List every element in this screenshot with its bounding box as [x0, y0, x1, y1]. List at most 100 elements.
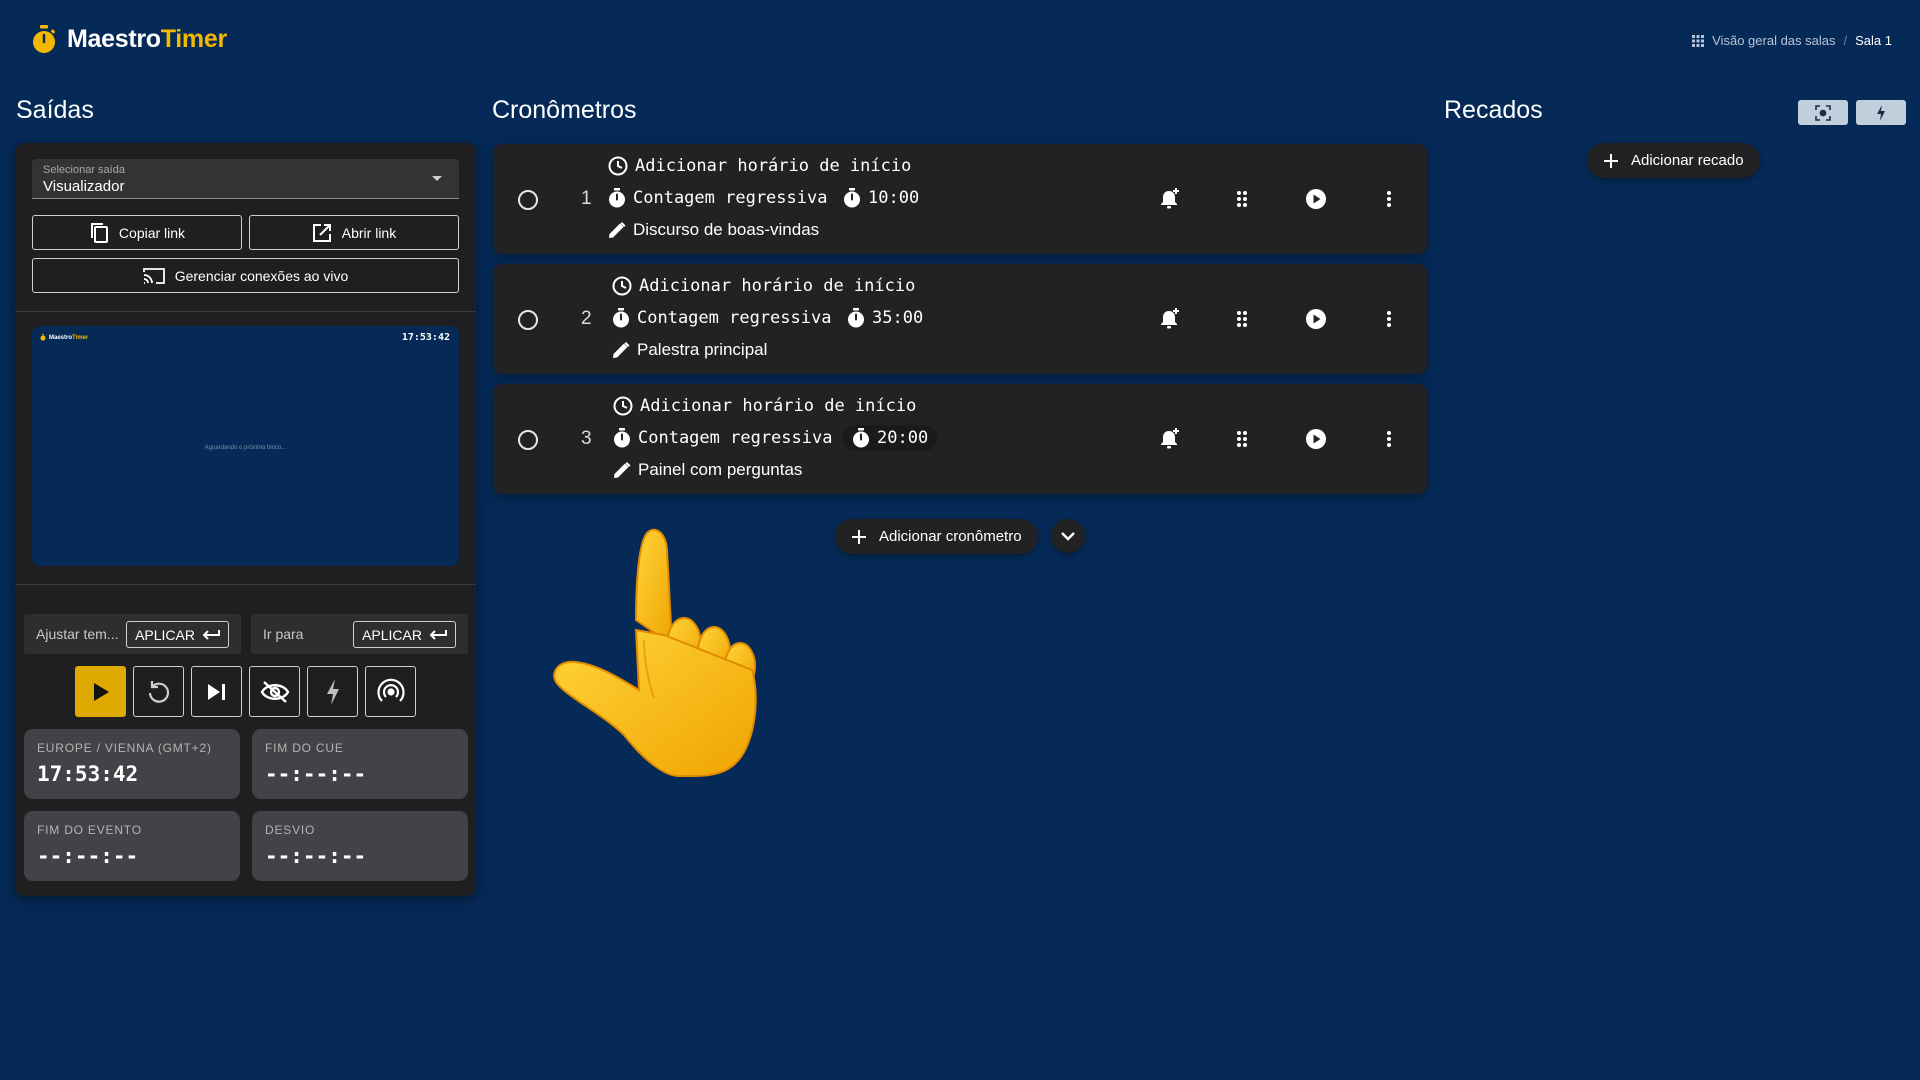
output-select[interactable]: Selecionar saída Visualizador [32, 159, 459, 199]
breadcrumb-current: Sala 1 [1855, 33, 1892, 48]
output-preview: MaestroTimer 17:53:42 Aguardando o próxi… [32, 326, 459, 566]
duration-value: 20:00 [877, 428, 929, 448]
goto-field[interactable]: Ir para APLICAR [251, 614, 468, 654]
timers-title: Cronômetros [492, 96, 637, 124]
start-time-row[interactable]: Adicionar horário de início [612, 276, 915, 296]
flash-button[interactable] [307, 666, 358, 717]
apply-label: APLICAR [135, 626, 195, 643]
start-timer-button[interactable] [1304, 427, 1328, 451]
start-timer-button[interactable] [1304, 307, 1328, 331]
grid-icon [1692, 34, 1705, 47]
manage-connections-label: Gerenciar conexões ao vivo [174, 267, 349, 284]
timer-select-radio[interactable] [518, 190, 538, 210]
pencil-icon [613, 461, 631, 479]
flash-message-button[interactable] [1856, 100, 1906, 125]
open-link-button[interactable]: Abrir link [249, 215, 459, 250]
skip-next-icon [206, 682, 228, 702]
duration-field[interactable]: 20:00 [843, 425, 938, 451]
timer-card[interactable]: 2 Adicionar horário de início Contagem r… [493, 264, 1427, 374]
plus-icon [1603, 153, 1619, 169]
timer-title-row[interactable]: Discurso de boas-vindas [608, 220, 819, 240]
start-time-row[interactable]: Adicionar horário de início [613, 396, 916, 416]
reset-icon [146, 679, 172, 705]
stopwatch-icon [31, 25, 57, 54]
pencil-icon [608, 221, 626, 239]
pencil-icon [612, 341, 630, 359]
start-timer-button[interactable] [1304, 187, 1328, 211]
drag-handle[interactable] [1230, 427, 1254, 451]
timer-title-row[interactable]: Palestra principal [612, 340, 767, 360]
drag-handle-icon [1236, 310, 1248, 328]
blackout-button[interactable] [249, 666, 300, 717]
divider [15, 584, 476, 585]
timer-card[interactable]: 1 Adicionar horário de início Contagem r… [493, 144, 1427, 254]
app-logo[interactable]: MaestroTimer [31, 25, 227, 54]
add-alert-button[interactable] [1158, 187, 1182, 211]
drag-handle[interactable] [1230, 307, 1254, 331]
start-time-label: Adicionar horário de início [635, 156, 912, 176]
bell-add-icon [1160, 308, 1180, 330]
breadcrumb-overview-link[interactable]: Visão geral das salas [1712, 33, 1835, 48]
timer-menu-button[interactable] [1377, 187, 1401, 211]
timer-mode-row[interactable]: Contagem regressiva [608, 188, 827, 208]
reset-button[interactable] [133, 666, 184, 717]
timer-card[interactable]: 3 Adicionar horário de início Contagem r… [493, 384, 1427, 494]
timer-mode: Contagem regressiva [637, 308, 832, 328]
plus-icon [851, 529, 867, 545]
next-cue-button[interactable] [191, 666, 242, 717]
play-button[interactable] [75, 666, 126, 717]
timer-select-radio[interactable] [518, 430, 538, 450]
play-circle-icon [1305, 188, 1327, 210]
duration-value: 35:00 [872, 308, 924, 328]
chevron-down-icon [1061, 531, 1075, 541]
drag-handle-icon [1236, 430, 1248, 448]
open-link-label: Abrir link [341, 224, 397, 241]
timer-index: 3 [581, 428, 592, 449]
event-end-value: --:--:-- [37, 844, 139, 868]
start-time-row[interactable]: Adicionar horário de início [608, 156, 911, 176]
duration-field[interactable]: 10:00 [834, 185, 928, 211]
broadcast-button[interactable] [365, 666, 416, 717]
start-time-label: Adicionar horário de início [639, 276, 916, 296]
event-end-card: FIM DO EVENTO --:--:-- [24, 811, 240, 881]
copy-link-button[interactable]: Copiar link [32, 215, 242, 250]
adjust-apply-button[interactable]: APLICAR [126, 621, 229, 648]
timer-menu-button[interactable] [1377, 427, 1401, 451]
timer-menu-button[interactable] [1377, 307, 1401, 331]
messages-title: Recados [1444, 96, 1543, 124]
timer-mode: Contagem regressiva [633, 188, 828, 208]
breadcrumb: Visão geral das salas / Sala 1 [1692, 33, 1892, 48]
timer-title: Palestra principal [637, 340, 768, 359]
stopwatch-icon [847, 308, 865, 328]
open-external-icon [312, 223, 332, 243]
play-circle-icon [1305, 308, 1327, 330]
deviation-card: DESVIO --:--:-- [252, 811, 468, 881]
goto-label: Ir para [263, 626, 304, 642]
drag-handle[interactable] [1230, 187, 1254, 211]
add-message-button[interactable]: Adicionar recado [1587, 143, 1760, 178]
add-alert-button[interactable] [1158, 307, 1182, 331]
add-message-label: Adicionar recado [1631, 152, 1744, 169]
apply-label: APLICAR [362, 626, 422, 643]
enter-icon [429, 629, 447, 641]
adjust-time-field[interactable]: Ajustar tem... APLICAR [24, 614, 241, 654]
deviation-label: DESVIO [265, 823, 316, 837]
preview-brand-part1: Maestro [49, 334, 73, 341]
duration-field[interactable]: 35:00 [838, 305, 932, 331]
stopwatch-icon [40, 334, 46, 341]
add-timer-options-button[interactable] [1051, 519, 1085, 553]
manage-connections-button[interactable]: Gerenciar conexões ao vivo [32, 258, 459, 293]
timer-select-radio[interactable] [518, 310, 538, 330]
bell-add-icon [1160, 188, 1180, 210]
goto-apply-button[interactable]: APLICAR [353, 621, 456, 648]
timer-mode-row[interactable]: Contagem regressiva [613, 428, 832, 448]
timer-mode-row[interactable]: Contagem regressiva [612, 308, 831, 328]
add-timer-button[interactable]: Adicionar cronômetro [835, 519, 1038, 554]
focus-mode-button[interactable] [1798, 100, 1848, 125]
clock-value: 17:53:42 [37, 762, 139, 786]
add-alert-button[interactable] [1158, 427, 1182, 451]
timer-title-row[interactable]: Painel com perguntas [613, 460, 802, 480]
timer-mode: Contagem regressiva [638, 428, 833, 448]
dropdown-caret-icon [431, 175, 443, 182]
add-timer-label: Adicionar cronômetro [879, 528, 1022, 545]
